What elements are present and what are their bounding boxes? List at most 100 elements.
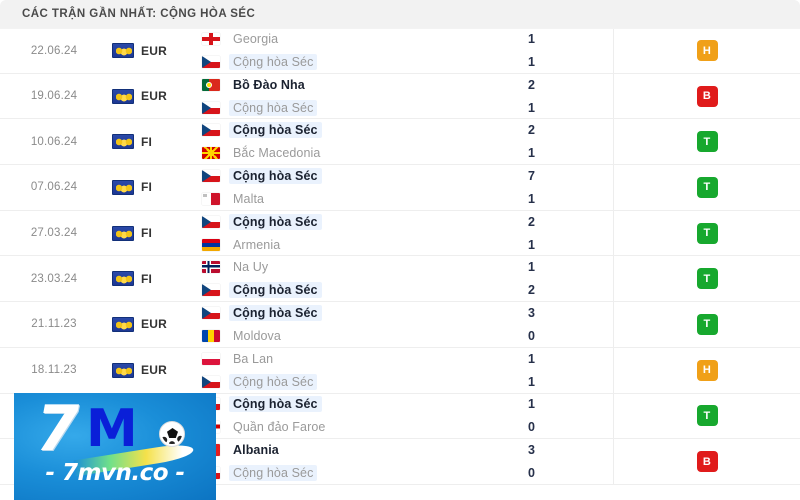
competition-cell[interactable]: FI: [108, 211, 196, 256]
flag-czech-republic: [202, 101, 220, 114]
competition-cell[interactable]: FI: [108, 119, 196, 164]
table-row[interactable]: 21.11.23 EUR Cộng hòa Séc Moldova 3 0 T: [0, 302, 800, 348]
table-row[interactable]: 19.06.24 EUR Bồ Đào Nha Cộng hòa Séc 2 1 B: [0, 73, 800, 120]
status-badge: T: [696, 176, 718, 198]
teams-cell: Cộng hòa Séc Moldova: [196, 302, 504, 347]
watermark-m-text: M: [86, 399, 138, 459]
status-badge: B: [696, 85, 718, 107]
team-name[interactable]: Cộng hòa Séc: [229, 282, 322, 299]
competition-cell[interactable]: FI: [108, 256, 196, 301]
team-name[interactable]: Cộng hòa Séc: [229, 122, 322, 139]
flag-poland: [202, 352, 220, 365]
home-score: 1: [528, 260, 535, 275]
uefa-euro-badge-icon: [112, 43, 134, 59]
team-line[interactable]: Cộng hòa Séc: [202, 304, 504, 321]
team-line[interactable]: Cộng hòa Séc: [202, 373, 504, 390]
competition-cell[interactable]: FI: [108, 165, 196, 210]
team-line[interactable]: Georgia: [202, 31, 504, 47]
team-name[interactable]: Na Uy: [229, 259, 272, 275]
team-line[interactable]: Ba Lan: [202, 351, 504, 367]
team-line[interactable]: Bắc Macedonia: [202, 145, 504, 161]
recent-matches-panel: CÁC TRẬN GẦN NHẤT: CỘNG HÒA SÉC 22.06.24…: [0, 0, 800, 500]
score-cell: 30: [504, 439, 614, 484]
flag-czech-republic: [202, 124, 220, 137]
away-score: 1: [528, 374, 535, 389]
team-line[interactable]: Cộng hòa Séc: [202, 396, 504, 413]
teams-cell: Albania Cộng hòa Séc: [196, 439, 504, 484]
team-name[interactable]: Cộng hòa Séc: [229, 213, 322, 230]
away-score: 2: [528, 283, 535, 298]
team-line[interactable]: Armenia: [202, 237, 504, 253]
team-name[interactable]: Cộng hòa Séc: [229, 99, 318, 116]
teams-cell: Cộng hòa Séc Armenia: [196, 211, 504, 256]
team-line[interactable]: Cộng hòa Séc: [202, 465, 504, 482]
team-line[interactable]: Cộng hòa Séc: [202, 54, 504, 71]
team-name[interactable]: Malta: [229, 191, 268, 207]
result-cell: T: [614, 211, 800, 256]
team-name[interactable]: Cộng hòa Séc: [229, 465, 318, 482]
watermark-url-text: - 7mvn.co -: [45, 460, 185, 486]
watermark-seven-text: 7: [36, 393, 80, 465]
team-line[interactable]: Cộng hòa Séc: [202, 122, 504, 139]
table-row[interactable]: 10.06.24 FI Cộng hòa Séc Bắc Macedonia 2 1 T: [0, 119, 800, 166]
team-line[interactable]: Malta: [202, 191, 504, 207]
competition-label: FI: [141, 180, 153, 195]
page-title: CÁC TRẬN GẦN NHẤT: CỘNG HÒA SÉC: [22, 8, 256, 20]
soccer-ball-icon: [159, 421, 185, 447]
uefa-euro-badge-icon: [112, 225, 134, 241]
competition-cell[interactable]: EUR: [108, 302, 196, 347]
team-name[interactable]: Bắc Macedonia: [229, 145, 324, 161]
table-row[interactable]: 23.03.24 FI Na Uy Cộng hòa Séc 1 2 T: [0, 256, 800, 303]
flag-portugal: [202, 78, 220, 91]
teams-cell: Cộng hòa Séc Quần đảo Faroe: [196, 394, 504, 439]
uefa-euro-badge-icon: [112, 271, 134, 287]
flag-norway: [202, 261, 220, 274]
result-cell: H: [614, 29, 800, 73]
table-row[interactable]: 22.06.24 EUR Georgia Cộng hòa Séc 1 1 H: [0, 28, 800, 74]
teams-cell: Georgia Cộng hòa Séc: [196, 29, 504, 73]
team-name[interactable]: Cộng hòa Séc: [229, 304, 322, 321]
result-cell: B: [614, 74, 800, 119]
team-line[interactable]: Cộng hòa Séc: [202, 213, 504, 230]
team-line[interactable]: Albania: [202, 442, 504, 458]
competition-label: FI: [141, 226, 153, 241]
team-line[interactable]: Moldova: [202, 328, 504, 344]
watermark-7m-logo: 7 M - 7mvn.co -: [14, 393, 216, 500]
flag-moldova: [202, 329, 220, 342]
away-score: 0: [528, 328, 535, 343]
competition-cell[interactable]: EUR: [108, 74, 196, 119]
competition-cell[interactable]: EUR: [108, 29, 196, 73]
team-name[interactable]: Moldova: [229, 328, 285, 344]
team-name[interactable]: Quần đảo Faroe: [229, 419, 329, 435]
team-line[interactable]: Cộng hòa Séc: [202, 282, 504, 299]
team-name[interactable]: Albania: [229, 442, 283, 458]
match-date: 22.06.24: [30, 44, 78, 57]
table-row[interactable]: 18.11.23 EUR Ba Lan Cộng hòa Séc 1 1 H: [0, 347, 800, 394]
uefa-euro-badge-icon: [112, 179, 134, 195]
panel-header: CÁC TRẬN GẦN NHẤT: CỘNG HÒA SÉC: [0, 0, 800, 28]
status-badge: T: [696, 222, 718, 244]
away-score: 0: [528, 420, 535, 435]
flag-czech-republic: [202, 56, 220, 69]
team-name[interactable]: Cộng hòa Séc: [229, 396, 322, 413]
team-name[interactable]: Georgia: [229, 31, 282, 47]
table-row[interactable]: 07.06.24 FI Cộng hòa Séc Malta 7 1 T: [0, 165, 800, 211]
team-name[interactable]: Cộng hòa Séc: [229, 167, 322, 184]
team-line[interactable]: Quần đảo Faroe: [202, 419, 504, 435]
table-row[interactable]: 27.03.24 FI Cộng hòa Séc Armenia 2 1 T: [0, 210, 800, 257]
competition-cell[interactable]: EUR: [108, 348, 196, 393]
team-line[interactable]: Cộng hòa Séc: [202, 167, 504, 184]
team-line[interactable]: Na Uy: [202, 259, 504, 275]
team-name[interactable]: Bồ Đào Nha: [229, 77, 309, 93]
flag-czech-republic: [202, 306, 220, 319]
team-line[interactable]: Bồ Đào Nha: [202, 77, 504, 93]
team-name[interactable]: Cộng hòa Séc: [229, 373, 318, 390]
result-cell: T: [614, 394, 800, 439]
result-cell: B: [614, 439, 800, 484]
team-name[interactable]: Armenia: [229, 237, 284, 253]
team-name[interactable]: Cộng hòa Séc: [229, 54, 318, 71]
home-score: 2: [528, 214, 535, 229]
team-name[interactable]: Ba Lan: [229, 351, 277, 367]
team-line[interactable]: Cộng hòa Séc: [202, 99, 504, 116]
match-date: 21.11.23: [31, 318, 77, 331]
